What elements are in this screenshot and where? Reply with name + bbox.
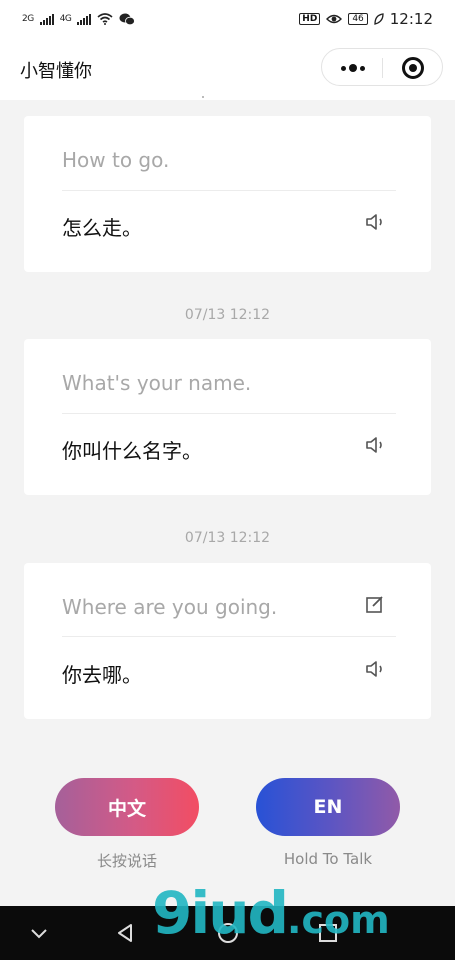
edit-icon[interactable] <box>364 593 386 615</box>
conversation-card: What's your name. 你叫什么名字。 <box>24 339 431 495</box>
card-divider <box>62 413 396 414</box>
chinese-caption: 长按说话 <box>96 852 157 870</box>
chinese-talk-button[interactable]: 中文 <box>55 778 199 836</box>
speaker-icon[interactable] <box>364 210 388 234</box>
english-talk-button[interactable]: EN <box>256 778 400 836</box>
battery-icon: 46 <box>348 13 368 25</box>
card-divider <box>62 190 396 191</box>
translation-text: 你叫什么名字。 <box>62 439 202 463</box>
source-text[interactable]: How to go. <box>62 148 169 172</box>
page-title: 小智懂你 <box>20 61 92 82</box>
watermark-text: 9iud <box>152 879 289 947</box>
wifi-icon <box>97 13 113 25</box>
card-divider <box>62 636 396 637</box>
leaf-icon <box>374 13 384 25</box>
conversation-card: How to go. 怎么走。 <box>24 116 431 272</box>
translation-text: 你去哪。 <box>62 663 142 687</box>
status-bar: 2G 4G HD 46 12:12 <box>0 0 455 38</box>
wechat-icon <box>119 13 136 25</box>
speaker-icon[interactable] <box>364 433 388 457</box>
english-caption: Hold To Talk <box>283 850 373 868</box>
source-text[interactable]: What's your name. <box>62 371 251 395</box>
translation-text: 怎么走。 <box>62 216 142 240</box>
eye-icon <box>326 14 343 24</box>
conversation-card: Where are you going. 你去哪。 <box>24 563 431 719</box>
sim1-label: 2G <box>22 14 34 24</box>
capsule-divider <box>382 58 383 78</box>
site-watermark: 9iud.com <box>152 884 390 942</box>
signal-icon <box>39 13 54 25</box>
close-target-icon[interactable] <box>402 57 424 79</box>
speaker-icon[interactable] <box>364 657 388 681</box>
status-time: 12:12 <box>389 10 433 28</box>
miniprogram-capsule <box>321 48 443 86</box>
status-left: 2G 4G <box>22 13 136 26</box>
source-text[interactable]: Where are you going. <box>62 595 277 619</box>
collapse-icon[interactable] <box>26 920 52 946</box>
watermark-suffix: .com <box>287 898 390 942</box>
scroll-indicator <box>202 96 204 98</box>
more-dots-icon[interactable] <box>338 49 368 87</box>
back-icon[interactable] <box>113 920 139 946</box>
timestamp: 07/13 12:12 <box>184 530 271 546</box>
hd-badge: HD <box>299 13 321 25</box>
timestamp: 07/13 12:12 <box>184 307 271 323</box>
nav-bar: 小智懂你 <box>0 38 455 100</box>
status-right: HD 46 12:12 <box>299 10 433 28</box>
signal-icon-2 <box>77 13 92 25</box>
sim2-label: 4G <box>59 14 72 24</box>
